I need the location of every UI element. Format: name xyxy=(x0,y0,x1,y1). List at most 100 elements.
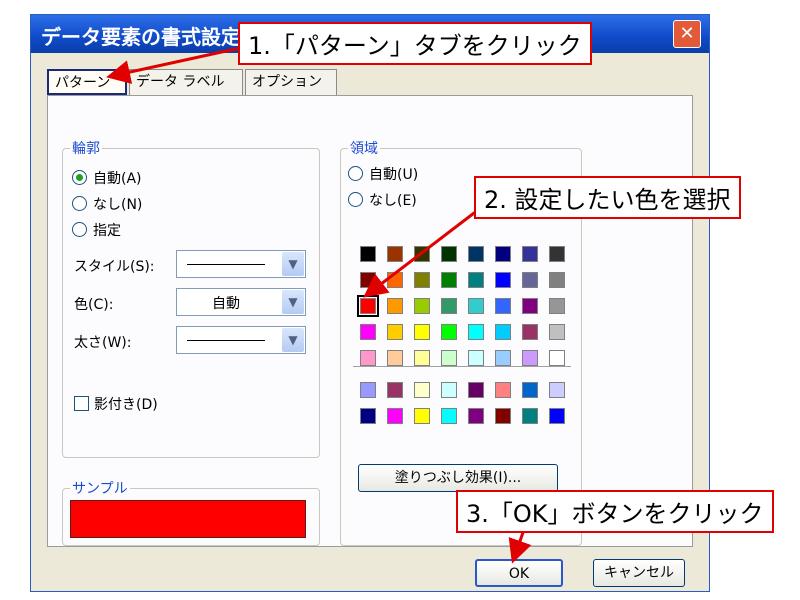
color-swatch[interactable] xyxy=(360,246,376,262)
step3-text: 3.「OK」ボタンをクリック xyxy=(466,500,764,528)
color-swatch[interactable] xyxy=(495,350,511,366)
color-swatch[interactable] xyxy=(414,350,430,366)
color-swatch[interactable] xyxy=(522,298,538,314)
border-auto-label: 自動(A) xyxy=(93,171,142,187)
color-swatch[interactable] xyxy=(387,298,403,314)
ok-button[interactable]: OK xyxy=(475,559,563,587)
chevron-down-icon[interactable]: ▼ xyxy=(282,252,304,276)
color-swatch[interactable] xyxy=(441,408,457,424)
line-color-label: 色(C): xyxy=(74,297,114,313)
tab-pattern[interactable]: パターン xyxy=(47,69,127,95)
color-swatch[interactable] xyxy=(522,382,538,398)
color-swatch[interactable] xyxy=(495,272,511,288)
color-swatch[interactable] xyxy=(414,324,430,340)
color-swatch[interactable] xyxy=(360,408,376,424)
area-auto-radio[interactable]: 自動(U) xyxy=(348,164,418,184)
color-swatch[interactable] xyxy=(387,382,403,398)
color-swatch[interactable] xyxy=(549,272,565,288)
color-swatch[interactable] xyxy=(468,350,484,366)
line-color-select[interactable]: 自動 ▼ xyxy=(176,288,306,316)
color-swatch[interactable] xyxy=(441,272,457,288)
step1-callout: 1.「パターン」タブをクリック xyxy=(238,22,592,65)
color-swatch[interactable] xyxy=(522,408,538,424)
color-swatch[interactable] xyxy=(468,246,484,262)
color-swatch[interactable] xyxy=(441,382,457,398)
color-swatch[interactable] xyxy=(468,298,484,314)
line-weight-preview xyxy=(187,340,265,341)
line-color-value: 自動 xyxy=(212,296,240,312)
step1-text: 1.「パターン」タブをクリック xyxy=(248,32,582,60)
radio-unchecked-icon xyxy=(72,196,87,211)
color-swatch[interactable] xyxy=(549,382,565,398)
radio-unchecked-icon xyxy=(72,222,87,237)
color-swatch[interactable] xyxy=(468,382,484,398)
color-swatch[interactable] xyxy=(414,298,430,314)
border-group-label: 輪郭 xyxy=(70,138,102,158)
area-none-label: なし(E) xyxy=(369,193,417,209)
color-swatch[interactable] xyxy=(360,350,376,366)
color-swatch[interactable] xyxy=(441,324,457,340)
area-none-radio[interactable]: なし(E) xyxy=(348,190,417,210)
color-swatch[interactable] xyxy=(414,408,430,424)
border-none-radio[interactable]: なし(N) xyxy=(72,194,142,214)
line-style-preview xyxy=(187,264,265,265)
color-swatch[interactable] xyxy=(522,272,538,288)
radio-unchecked-icon xyxy=(348,166,363,181)
color-swatch[interactable] xyxy=(468,408,484,424)
fill-effects-button[interactable]: 塗りつぶし効果(I)... xyxy=(358,464,558,492)
color-swatch[interactable] xyxy=(360,272,376,288)
line-style-select[interactable]: ▼ xyxy=(176,250,306,278)
step3-callout: 3.「OK」ボタンをクリック xyxy=(456,490,774,533)
color-swatch[interactable] xyxy=(387,246,403,262)
color-swatch[interactable] xyxy=(549,298,565,314)
color-swatch[interactable] xyxy=(441,298,457,314)
color-swatch[interactable] xyxy=(360,382,376,398)
color-swatch[interactable] xyxy=(414,382,430,398)
color-swatch[interactable] xyxy=(441,350,457,366)
color-swatch[interactable] xyxy=(522,350,538,366)
color-swatch[interactable] xyxy=(387,272,403,288)
color-swatch[interactable] xyxy=(357,295,379,317)
color-swatch[interactable] xyxy=(495,408,511,424)
shadow-checkbox[interactable]: 影付き(D) xyxy=(74,394,158,414)
color-swatch[interactable] xyxy=(468,272,484,288)
radio-checked-icon xyxy=(72,170,87,185)
border-none-label: なし(N) xyxy=(93,197,143,213)
color-swatch[interactable] xyxy=(441,246,457,262)
line-style-label: スタイル(S): xyxy=(74,259,155,275)
color-swatch[interactable] xyxy=(495,246,511,262)
color-swatch[interactable] xyxy=(522,324,538,340)
color-swatch[interactable] xyxy=(387,350,403,366)
color-swatch[interactable] xyxy=(549,350,565,366)
chevron-down-icon[interactable]: ▼ xyxy=(282,328,304,352)
close-button[interactable]: ✕ xyxy=(673,20,701,48)
color-swatch[interactable] xyxy=(387,324,403,340)
color-swatch[interactable] xyxy=(549,324,565,340)
color-swatch[interactable] xyxy=(414,272,430,288)
tab-options[interactable]: オプション xyxy=(245,69,337,95)
border-custom-radio[interactable]: 指定 xyxy=(72,220,121,240)
close-icon: ✕ xyxy=(679,23,695,44)
color-swatch[interactable] xyxy=(495,324,511,340)
color-swatch[interactable] xyxy=(522,246,538,262)
border-auto-radio[interactable]: 自動(A) xyxy=(72,168,142,188)
chevron-down-icon[interactable]: ▼ xyxy=(282,290,304,314)
step2-callout: 2. 設定したい色を選択 xyxy=(474,176,741,219)
sample-group-label: サンプル xyxy=(70,478,130,498)
area-group-label: 領域 xyxy=(348,138,380,158)
color-swatch[interactable] xyxy=(387,408,403,424)
line-weight-label: 太さ(W): xyxy=(74,335,132,351)
sample-preview xyxy=(70,500,306,538)
color-swatch[interactable] xyxy=(468,324,484,340)
cancel-button[interactable]: キャンセル xyxy=(593,559,685,587)
color-swatch[interactable] xyxy=(549,408,565,424)
tab-data-labels[interactable]: データ ラベル xyxy=(129,69,243,95)
tab-pattern-label: パターン xyxy=(55,75,111,91)
color-swatch[interactable] xyxy=(360,324,376,340)
color-swatch[interactable] xyxy=(414,246,430,262)
color-swatch[interactable] xyxy=(549,246,565,262)
color-swatch[interactable] xyxy=(495,382,511,398)
color-swatch[interactable] xyxy=(495,298,511,314)
ok-label: OK xyxy=(508,566,530,582)
line-weight-select[interactable]: ▼ xyxy=(176,326,306,354)
